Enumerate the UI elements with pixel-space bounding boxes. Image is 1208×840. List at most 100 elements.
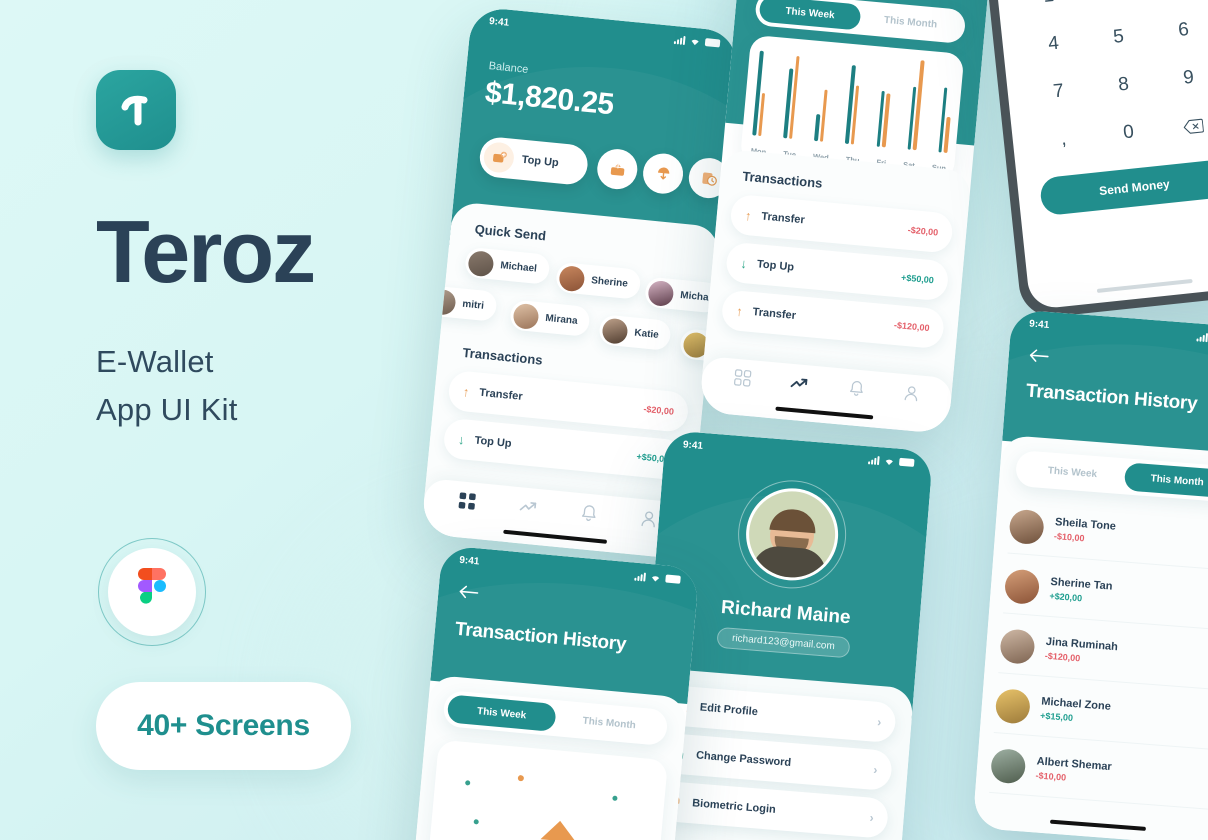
- contact-name: Micha: [679, 289, 710, 304]
- nav-stats-icon[interactable]: [789, 373, 810, 399]
- bar-group: [783, 48, 800, 139]
- transaction-type: Top Up: [474, 434, 513, 451]
- bar-group: [907, 60, 925, 151]
- key-7[interactable]: 7: [1024, 65, 1094, 120]
- tab-this-week[interactable]: This Week: [446, 694, 557, 733]
- nav-person-icon[interactable]: [639, 509, 658, 534]
- history-name: Sherine Tan: [1050, 575, 1113, 593]
- signal-icon: [868, 455, 880, 465]
- history-name: Michael Zone: [1040, 695, 1112, 713]
- transaction-amount: -$20,00: [907, 224, 939, 238]
- transactions-title: Transactions: [741, 168, 824, 191]
- avatar: [512, 302, 540, 330]
- battery-icon: [898, 457, 915, 467]
- transaction-type: Transfer: [478, 386, 524, 403]
- bar-chart: [752, 46, 955, 154]
- subtitle-line-1: E-Wallet: [96, 343, 214, 379]
- transaction-amount: -$20,00: [643, 403, 675, 417]
- subtitle-line-2: App UI Kit: [96, 391, 238, 427]
- nav-grid-icon[interactable]: [457, 491, 477, 516]
- history-amount: -$10,00: [1053, 531, 1085, 544]
- wifi-icon: [652, 575, 660, 582]
- bar-expense: [819, 89, 828, 142]
- nav-bell-icon[interactable]: [847, 379, 865, 402]
- battery-icon: [704, 38, 721, 48]
- key-5[interactable]: 5: [1084, 10, 1154, 65]
- chevron-right-icon: ›: [876, 714, 882, 730]
- transactions-title: Transactions: [461, 344, 544, 368]
- chevron-right-icon: ›: [872, 762, 879, 777]
- wallet-plus-icon: [482, 141, 516, 174]
- empty-state-card: [420, 739, 669, 840]
- history-list: Sheila Tone -$10,00 Sherine Tan +$20,00 Jina…: [972, 497, 1208, 840]
- key-0[interactable]: 0: [1094, 106, 1164, 161]
- tab-this-week[interactable]: This Week: [758, 0, 862, 31]
- avatar: [601, 316, 629, 345]
- bar-group: [876, 57, 893, 148]
- figma-logo-icon: [108, 548, 196, 636]
- brand-subtitle: E-Wallet App UI Kit: [96, 338, 426, 434]
- transaction-type: Top Up: [756, 258, 795, 274]
- backspace-icon[interactable]: [1159, 99, 1208, 154]
- history-content-sheet: This Week This Month Sheila Tone -$10,00 S…: [972, 434, 1208, 840]
- status-icons: [634, 571, 681, 584]
- wifi-icon: [885, 459, 893, 465]
- phone-transaction-history-left: 9:41 Transaction History This Week This …: [406, 545, 700, 840]
- nav-bell-icon[interactable]: [579, 503, 598, 528]
- brand-panel: Teroz E-Wallet App UI Kit 40+ Screens: [96, 70, 426, 770]
- menu-item-biometric-login[interactable]: Biometric Login ›: [650, 780, 890, 839]
- figma-badge: [98, 538, 206, 646]
- key-6[interactable]: 6: [1149, 3, 1208, 58]
- nav-stats-icon[interactable]: [517, 496, 538, 522]
- menu-item-label: Biometric Login: [691, 797, 777, 816]
- history-amount: +$15,00: [1039, 710, 1074, 724]
- back-arrow-icon[interactable]: [457, 585, 479, 605]
- avatar: [742, 484, 842, 584]
- phone-statistics: This Week This Month MonTueWedThuFriSatS…: [698, 0, 996, 435]
- key-comma[interactable]: ,: [1029, 112, 1099, 167]
- page-title: Teroz: [96, 202, 316, 301]
- bar-expense: [943, 116, 951, 154]
- phone-send-money-keypad: $50,00| 123456789,0 Send Money: [978, 0, 1208, 320]
- nav-grid-icon[interactable]: [733, 369, 752, 392]
- transaction-amount: +$50,00: [900, 272, 935, 286]
- transaction-type: Transfer: [752, 306, 797, 322]
- bar-group: [938, 63, 955, 154]
- tab-this-month[interactable]: This Month: [1123, 462, 1208, 499]
- key-9[interactable]: 9: [1154, 51, 1208, 106]
- contact-chip[interactable]: Katie: [598, 314, 673, 352]
- contact-chip[interactable]: mitri: [426, 285, 498, 322]
- send-money-button[interactable]: Send Money: [1038, 158, 1208, 217]
- transaction-type: Transfer: [760, 210, 806, 227]
- key-8[interactable]: 8: [1089, 58, 1159, 113]
- history-row[interactable]: Albert Shemar -$10,00: [989, 736, 1208, 811]
- signal-icon: [673, 35, 686, 45]
- stats-content-sheet: Transactions ↑ Transfer -$20,00 ↓ Top Up…: [698, 148, 972, 435]
- arrow-down-icon: ↓: [739, 255, 748, 271]
- bar-group: [752, 46, 769, 137]
- signal-icon: [634, 571, 647, 582]
- avatar: [1003, 567, 1041, 605]
- back-arrow-icon[interactable]: [1028, 349, 1049, 368]
- arrow-down-icon: ↓: [457, 431, 466, 447]
- tab-this-month[interactable]: This Month: [859, 5, 962, 40]
- status-time: 9:41: [488, 15, 510, 29]
- numeric-keypad: 123456789,0: [1014, 0, 1208, 167]
- avatar: [467, 249, 495, 277]
- contact-name: mitri: [461, 298, 485, 312]
- nav-person-icon[interactable]: [903, 384, 921, 407]
- history-content-sheet: This Week This Month: [406, 674, 688, 840]
- status-icons: [673, 35, 721, 48]
- contact-chip[interactable]: Sherine: [555, 261, 642, 300]
- wifi-icon: [691, 39, 699, 45]
- tab-this-week[interactable]: This Week: [1019, 454, 1126, 490]
- arrow-up-icon: ↑: [744, 207, 753, 224]
- phone-transaction-history-right: 9:41 Transaction History This Week This …: [972, 309, 1208, 840]
- tab-this-month[interactable]: This Month: [554, 704, 664, 742]
- history-name: Sheila Tone: [1054, 516, 1117, 533]
- contact-chip[interactable]: Mirana: [509, 299, 591, 338]
- key-4[interactable]: 4: [1019, 17, 1089, 72]
- contact-chip[interactable]: Michael: [464, 246, 551, 285]
- menu-item-label: Edit Profile: [699, 701, 759, 719]
- avatar: [429, 288, 457, 316]
